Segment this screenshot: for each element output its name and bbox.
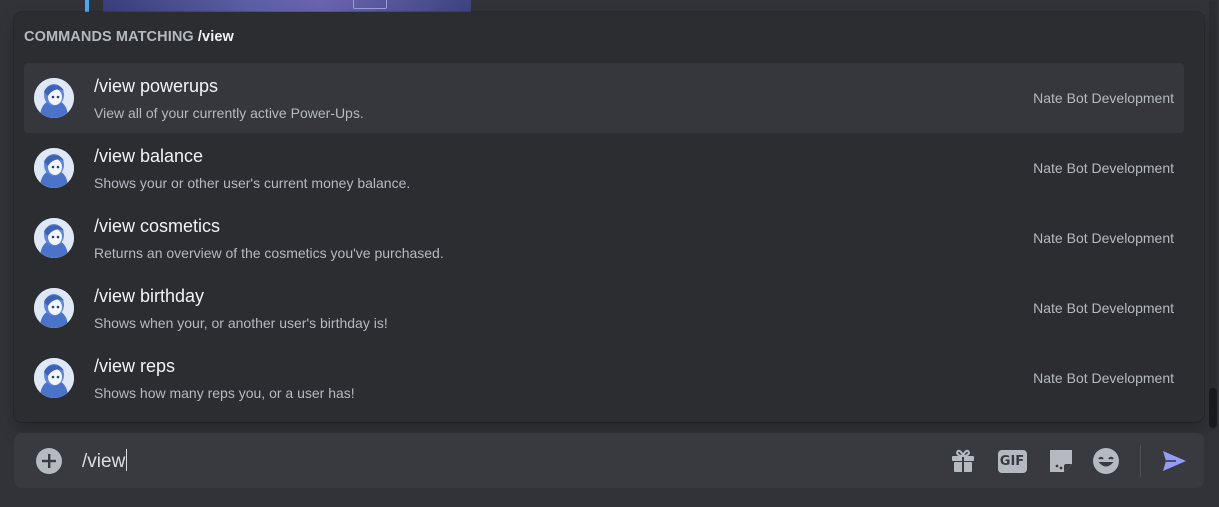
autocomplete-header: COMMANDS MATCHING /view [24, 29, 234, 45]
gif-button[interactable]: GIF [997, 446, 1027, 476]
command-source: Nate Bot Development [1033, 160, 1174, 176]
emoji-icon [1093, 448, 1119, 474]
command-description: Shows how many reps you, or a user has! [94, 385, 355, 401]
command-row-birthday[interactable]: /view birthday Shows when your, or anoth… [24, 273, 1184, 343]
send-button[interactable] [1159, 446, 1189, 476]
autocomplete-header-query: /view [197, 29, 234, 45]
gift-icon [952, 449, 974, 472]
command-autocomplete-popup: COMMANDS MATCHING /view /view powerups V… [14, 12, 1204, 422]
message-scrollbar-thumb[interactable] [1209, 388, 1217, 428]
sticker-button[interactable] [1046, 446, 1076, 476]
gif-icon: GIF [997, 449, 1027, 473]
bot-avatar-icon [34, 148, 74, 188]
message-input-bar: /view GIF [14, 433, 1204, 488]
command-row-cosmetics[interactable]: /view cosmetics Returns an overview of t… [24, 203, 1184, 273]
command-name: /view birthday [94, 286, 205, 306]
toolbar-divider [1140, 445, 1141, 477]
command-row-reps[interactable]: /view reps Shows how many reps you, or a… [24, 343, 1184, 413]
discord-chat-view: COMMANDS MATCHING /view /view powerups V… [0, 0, 1219, 507]
bot-avatar-icon [34, 358, 74, 398]
command-name: /view reps [94, 356, 176, 376]
plus-icon [42, 454, 56, 468]
message-input-field[interactable]: /view [82, 449, 128, 473]
command-source: Nate Bot Development [1033, 90, 1174, 106]
command-source: Nate Bot Development [1033, 230, 1174, 246]
command-source: Nate Bot Development [1033, 370, 1174, 386]
command-row-powerups[interactable]: /view powerups View all of your currentl… [24, 63, 1184, 133]
command-name: /view powerups [94, 76, 219, 96]
command-description: View all of your currently active Power-… [94, 105, 364, 121]
gift-button[interactable] [948, 446, 978, 476]
command-list: /view powerups View all of your currentl… [24, 63, 1184, 413]
text-caret [126, 449, 128, 471]
autocomplete-header-label: COMMANDS MATCHING [24, 29, 194, 45]
send-icon [1163, 451, 1186, 471]
bot-avatar-icon [34, 288, 74, 328]
sticker-icon [1050, 450, 1072, 472]
command-description: Returns an overview of the cosmetics you… [94, 245, 444, 261]
command-name: /view cosmetics [94, 216, 221, 236]
emoji-button[interactable] [1091, 446, 1121, 476]
command-description: Shows when your, or another user's birth… [94, 315, 388, 331]
bot-avatar-icon [34, 218, 74, 258]
command-source: Nate Bot Development [1033, 300, 1174, 316]
bot-avatar-icon [34, 78, 74, 118]
command-row-balance[interactable]: /view balance Shows your or other user's… [24, 133, 1184, 203]
command-name: /view balance [94, 146, 204, 166]
message-scrollbar-track[interactable] [1209, 0, 1217, 430]
attach-plus-button[interactable] [36, 448, 62, 474]
command-description: Shows your or other user's current money… [94, 175, 411, 191]
message-input-value: /view [82, 451, 126, 472]
embed-image-date-tag [353, 0, 387, 9]
